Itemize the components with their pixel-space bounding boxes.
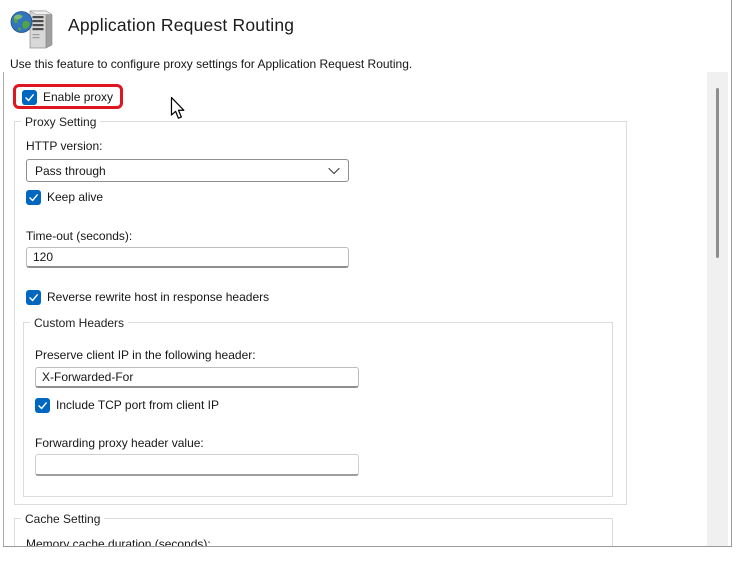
include-tcp-port-label: Include TCP port from client IP <box>56 398 219 413</box>
checkmark-icon <box>28 192 39 203</box>
proxy-setting-legend: Proxy Setting <box>21 114 100 130</box>
chevron-down-icon <box>328 167 340 175</box>
page-title: Application Request Routing <box>68 15 294 36</box>
timeout-label: Time-out (seconds): <box>26 229 132 243</box>
timeout-input[interactable] <box>26 247 349 268</box>
checkmark-icon <box>37 400 48 411</box>
memory-cache-duration-label: Memory cache duration (seconds): <box>26 537 211 546</box>
pane-border-bottom <box>3 546 732 547</box>
keep-alive-checkbox[interactable] <box>26 190 41 205</box>
vertical-scrollbar-thumb[interactable] <box>716 88 719 258</box>
preserve-client-ip-label: Preserve client IP in the following head… <box>35 348 256 362</box>
keep-alive-label: Keep alive <box>47 190 103 205</box>
reverse-rewrite-checkbox[interactable] <box>26 290 41 305</box>
enable-proxy-highlight <box>13 84 123 109</box>
checkmark-icon <box>28 292 39 303</box>
custom-headers-legend: Custom Headers <box>30 315 128 331</box>
pane-border-left <box>3 72 4 547</box>
forwarding-proxy-label: Forwarding proxy header value: <box>35 436 204 450</box>
cache-setting-legend: Cache Setting <box>21 511 104 527</box>
keep-alive-row: Keep alive <box>26 190 103 205</box>
http-version-select[interactable]: Pass through <box>26 159 349 182</box>
forwarding-proxy-input[interactable] <box>35 454 359 476</box>
reverse-rewrite-label: Reverse rewrite host in response headers <box>47 290 269 305</box>
include-tcp-port-row: Include TCP port from client IP <box>35 398 219 413</box>
feature-description: Use this feature to configure proxy sett… <box>10 57 412 71</box>
http-version-label: HTTP version: <box>26 139 102 153</box>
preserve-client-ip-input[interactable] <box>35 367 359 388</box>
pane-border-right <box>731 0 732 547</box>
mouse-arrow-cursor <box>170 97 185 120</box>
arr-server-globe-icon <box>10 8 58 50</box>
reverse-rewrite-row: Reverse rewrite host in response headers <box>26 290 269 305</box>
http-version-selected-value: Pass through <box>35 164 106 178</box>
content-area: Application Request Routing Use this fea… <box>0 0 738 546</box>
arr-feature-pane: Application Request Routing Use this fea… <box>0 0 738 563</box>
include-tcp-port-checkbox[interactable] <box>35 398 50 413</box>
